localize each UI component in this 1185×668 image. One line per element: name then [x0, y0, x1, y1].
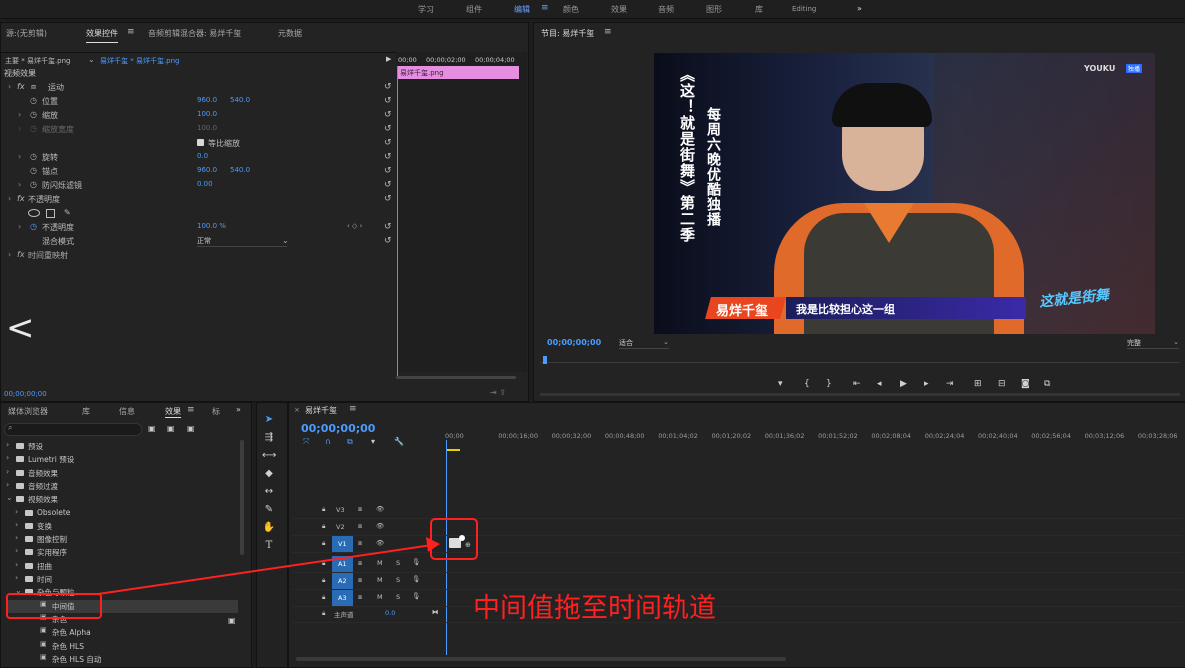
annotation-arrow	[97, 537, 440, 595]
timeline-scrollbar[interactable]	[296, 657, 786, 661]
annotation-text: 中间值拖至时间轨道	[473, 593, 716, 624]
